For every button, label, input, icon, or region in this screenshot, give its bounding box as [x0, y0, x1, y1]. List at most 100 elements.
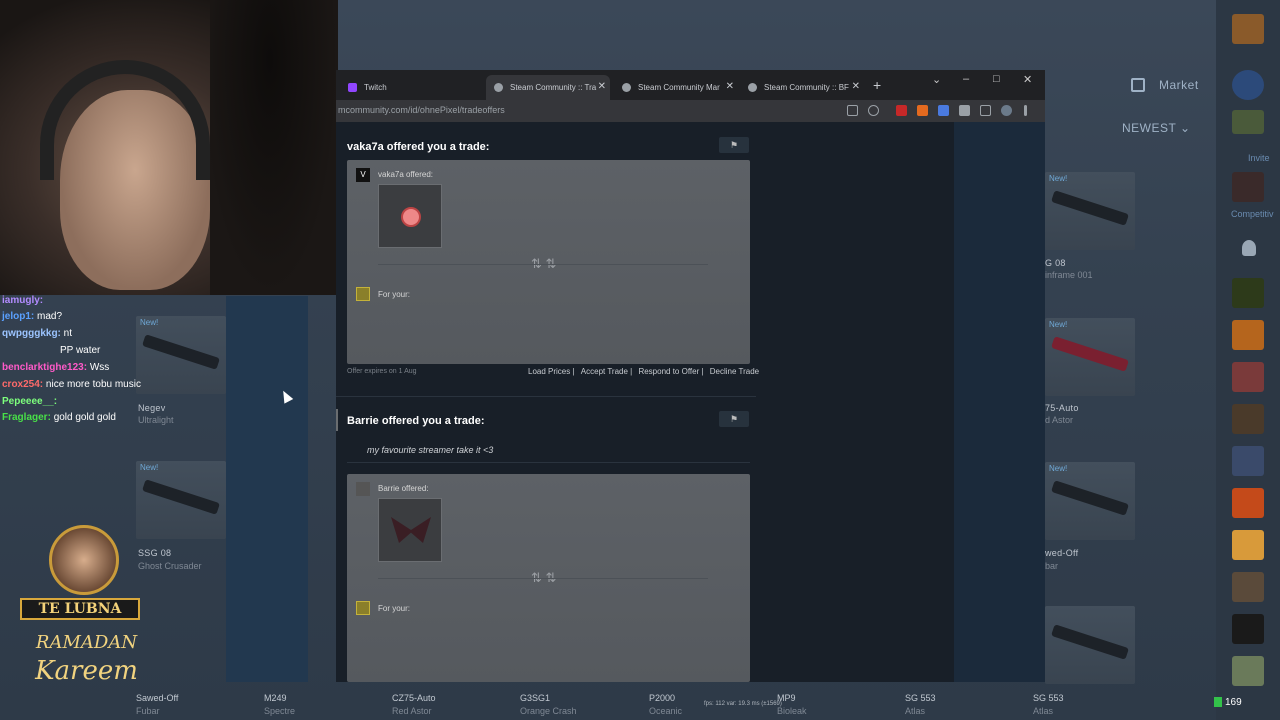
rank-badge	[1232, 110, 1264, 134]
logo-portrait	[49, 525, 119, 595]
trader-avatar	[356, 482, 370, 496]
minimize-button[interactable]: –	[963, 73, 969, 85]
weapon-skin: inframe 001	[1045, 270, 1093, 280]
butterfly-icon	[391, 517, 431, 543]
offered-label: vaka7a offered:	[378, 170, 434, 179]
tab-steam-market[interactable]: Steam Community Mar ✕	[614, 75, 738, 100]
friend-avatar[interactable]	[1232, 362, 1264, 392]
extension-icon[interactable]	[896, 105, 907, 116]
tab-bar: Twitch Steam Community :: Tra ✕ Steam Com…	[336, 70, 1045, 100]
market-button[interactable]: Market	[1159, 78, 1199, 92]
steam-icon	[622, 83, 631, 92]
stream-chat: iamugly: jelop1: mad? qwpgggkkg: nt PP w…	[0, 295, 226, 430]
address-bar[interactable]: mcommunity.com/id/ohnePixel/tradeoffers	[336, 100, 1045, 122]
puzzle-icon[interactable]	[959, 105, 970, 116]
respond-to-offer-button[interactable]: Respond to Offer	[638, 367, 699, 376]
friend-avatar[interactable]	[1232, 404, 1264, 434]
chat-username: Pepeeee__:	[2, 396, 58, 407]
accept-trade-button[interactable]: Accept Trade	[581, 367, 628, 376]
viewer-count: 169	[1214, 697, 1242, 708]
invite-label[interactable]: Invite	[1248, 153, 1270, 163]
close-tab-icon[interactable]: ✕	[726, 81, 734, 92]
headphones	[40, 60, 210, 180]
offered-item[interactable]	[378, 184, 442, 248]
chat-line: crox254: nice more tobu music	[2, 379, 141, 390]
offer-message: my favourite streamer take it <3	[367, 445, 494, 455]
weapon-name: M249	[264, 693, 287, 703]
chat-line: PP water	[60, 345, 100, 356]
chat-message: nt	[63, 328, 73, 339]
weapon-card[interactable]: New!	[1045, 462, 1135, 540]
menu-icon[interactable]	[1024, 105, 1027, 116]
for-your-label: For your:	[378, 604, 411, 613]
competitive-label: Competitiv	[1231, 209, 1274, 219]
trader-avatar	[336, 409, 338, 431]
chat-username: Fraglager:	[2, 412, 51, 423]
weapon-image	[1051, 624, 1129, 660]
weapon-name: wed-Off	[1045, 548, 1079, 558]
tab-search-icon[interactable]: ⌄	[932, 73, 941, 86]
logo-kareem: Kareem	[35, 656, 138, 686]
chat-username: jelop1:	[2, 311, 35, 322]
for-your-label: For your:	[378, 290, 411, 299]
maximize-button[interactable]: □	[993, 73, 1000, 85]
offer-title: vaka7a offered you a trade:	[347, 141, 490, 153]
friend-avatar[interactable]	[1232, 278, 1264, 308]
bookmark-star-icon[interactable]	[868, 105, 879, 116]
friend-avatar[interactable]	[1232, 614, 1264, 644]
trader-avatar: V	[356, 168, 370, 182]
close-tab-icon[interactable]: ✕	[598, 81, 606, 92]
chat-message: mad?	[37, 311, 63, 322]
friend-avatar[interactable]	[1232, 320, 1264, 350]
share-icon[interactable]	[847, 105, 858, 116]
friend-avatar[interactable]	[1232, 572, 1264, 602]
divider	[378, 264, 708, 265]
new-badge: New!	[1049, 320, 1068, 329]
chat-line: Fraglager: gold gold gold	[2, 412, 116, 423]
browser-window: Twitch Steam Community :: Tra ✕ Steam Com…	[336, 70, 1045, 682]
close-tab-icon[interactable]: ✕	[852, 81, 860, 92]
weapon-card[interactable]: New!	[1045, 172, 1135, 250]
weapon-skin: Atlas	[905, 706, 926, 716]
sort-dropdown[interactable]: NEWEST ⌄	[1122, 121, 1191, 135]
report-flag-button[interactable]: ⚑	[719, 411, 749, 427]
market-icon[interactable]	[1131, 78, 1145, 92]
chat-line: iamugly:	[2, 295, 43, 306]
new-tab-button[interactable]: +	[873, 77, 881, 93]
friend-avatar[interactable]	[1232, 488, 1264, 518]
weapon-name: P2000	[649, 693, 676, 703]
divider	[378, 578, 708, 579]
profile-icon[interactable]	[1001, 105, 1012, 116]
viewer-icon	[1214, 697, 1222, 708]
extension-icon[interactable]	[938, 105, 949, 116]
tab-steam-bf[interactable]: Steam Community :: BF ✕	[740, 75, 864, 100]
chat-line: benclarktighe123: Wss	[2, 362, 109, 373]
tab-steam-trade[interactable]: Steam Community :: Tra ✕	[486, 75, 610, 100]
weapon-image	[142, 479, 220, 515]
chat-line: qwpgggkkg: nt	[2, 328, 72, 339]
offer-actions: Load Prices | Accept Trade | Respond to …	[528, 367, 760, 376]
load-prices-button[interactable]: Load Prices	[528, 367, 570, 376]
trade-box: V vaka7a offered: ⇅ ⇅ For your:	[347, 160, 750, 364]
friend-avatar[interactable]	[1232, 656, 1264, 686]
weapon-image	[1051, 336, 1129, 372]
friend-avatar[interactable]	[1232, 446, 1264, 476]
chat-message: Wss	[89, 362, 110, 373]
close-window-button[interactable]: ✕	[1023, 73, 1032, 86]
report-flag-button[interactable]: ⚑	[719, 137, 749, 153]
weapon-card[interactable]: New!	[1045, 318, 1135, 396]
url-text[interactable]: mcommunity.com/id/ohnePixel/tradeoffers	[338, 105, 505, 115]
sidebar-icon[interactable]	[980, 105, 991, 116]
extension-icon[interactable]	[917, 105, 928, 116]
tab-twitch[interactable]: Twitch	[340, 75, 464, 100]
offered-item[interactable]	[378, 498, 442, 562]
avatar[interactable]	[1232, 14, 1264, 44]
friend-avatar[interactable]	[1232, 530, 1264, 560]
decline-trade-button[interactable]: Decline Trade	[710, 367, 759, 376]
friends-sidebar	[1216, 0, 1280, 720]
person-icon[interactable]	[1242, 240, 1256, 256]
weapon-card[interactable]	[1045, 606, 1135, 684]
offer-title: Barrie offered you a trade:	[347, 415, 485, 427]
chat-username: iamugly:	[2, 295, 44, 306]
avatar[interactable]	[1232, 172, 1264, 202]
